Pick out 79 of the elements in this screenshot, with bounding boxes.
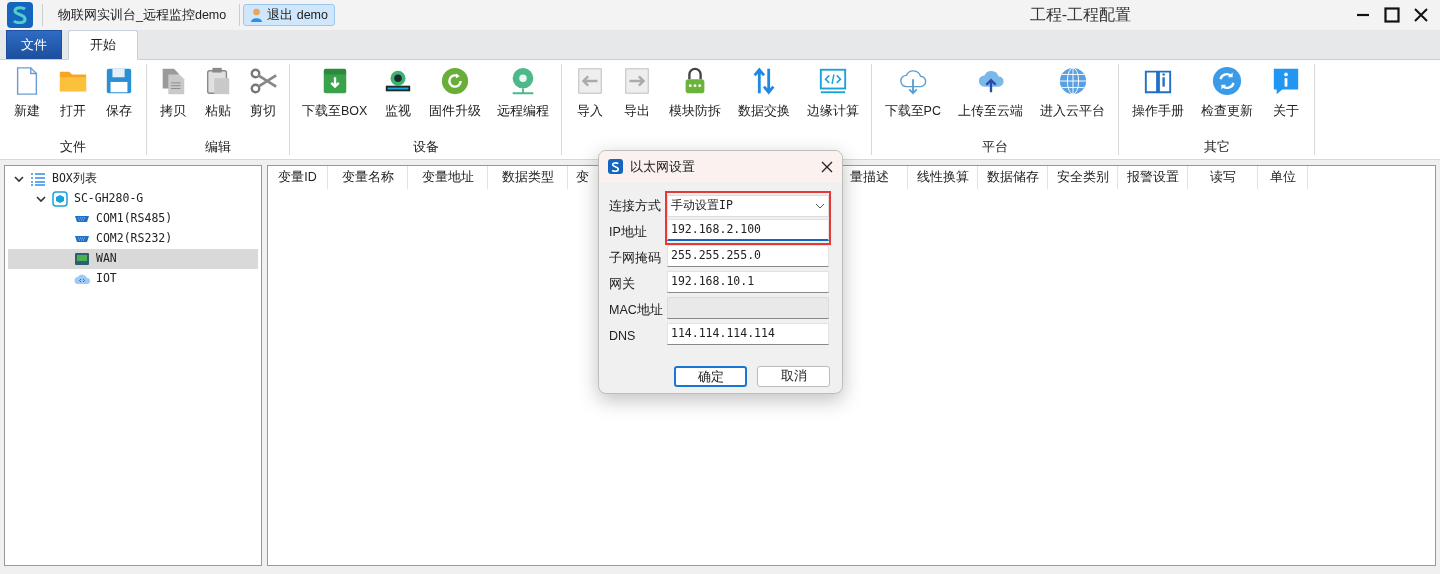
toolbar-button[interactable]: 下载至BOX	[299, 66, 370, 136]
ribbon-group-label: 平台	[982, 139, 1008, 155]
column-header[interactable]: 数据储存	[978, 166, 1048, 189]
toolbar-button[interactable]: 导入	[572, 66, 607, 136]
field-label: IP地址	[609, 223, 647, 241]
tree-item[interactable]: SC-GH280-G	[8, 189, 258, 209]
toolbar-button[interactable]: 监视	[381, 66, 416, 136]
toolbar-button[interactable]: 边缘计算	[804, 66, 861, 136]
field-label: MAC地址	[609, 301, 663, 319]
toolbar-button[interactable]: 保存	[102, 66, 136, 136]
column-header[interactable]: 报警设置	[1118, 166, 1188, 189]
toolbar-button[interactable]: 检查更新	[1199, 66, 1256, 136]
column-header[interactable]: 安全类别	[1048, 166, 1118, 189]
close-icon[interactable]	[1414, 8, 1428, 22]
refresh-circle-icon	[440, 66, 471, 96]
column-header[interactable]: 单位	[1258, 166, 1308, 189]
toolbar-button[interactable]: 打开	[56, 66, 90, 136]
select-field[interactable]: 手动设置IP	[667, 195, 829, 217]
toolbar-button[interactable]: 操作手册	[1129, 66, 1186, 136]
dialog-button[interactable]: 确定	[674, 366, 747, 387]
maximize-icon[interactable]	[1384, 7, 1400, 23]
list-icon	[30, 171, 46, 187]
dialog-button[interactable]: 取消	[757, 366, 830, 387]
field-label: 子网掩码	[609, 249, 661, 267]
ribbon-tab[interactable]: 开始	[68, 30, 138, 60]
globe-icon	[1057, 66, 1088, 96]
input-field[interactable]: 114.114.114.114	[667, 323, 829, 345]
input-field[interactable]: 255.255.255.0	[667, 245, 829, 267]
toolbar-button[interactable]: 模块防拆	[666, 66, 723, 136]
chevron-down-icon	[815, 203, 825, 209]
refresh-icon	[1212, 66, 1243, 96]
input-field[interactable]: 192.168.10.1	[667, 271, 829, 293]
toolbar-button[interactable]: 下载至PC	[882, 66, 943, 136]
field-label: 网关	[609, 275, 635, 293]
toolbar-button[interactable]: 上传至云端	[956, 66, 1026, 136]
app-logo-icon	[608, 159, 623, 174]
column-header[interactable]: 变量ID	[268, 166, 328, 189]
ribbon-group-label: 编辑	[205, 139, 231, 155]
dialog-title: 以太网设置	[630, 157, 696, 176]
field-label: 连接方式	[609, 197, 661, 215]
tree-item[interactable]: BOX列表	[8, 169, 258, 189]
column-header[interactable]: 读写	[1188, 166, 1258, 189]
user-icon	[250, 8, 264, 22]
ribbon-group-label: 其它	[1203, 139, 1230, 155]
toolbar-button[interactable]: 远程编程	[495, 66, 551, 136]
chevron-down-icon[interactable]	[14, 174, 24, 184]
chevron-down-icon[interactable]	[36, 194, 46, 204]
cube-icon	[52, 191, 68, 207]
logout-button[interactable]: 退出 demo	[243, 4, 335, 26]
toolbar-button[interactable]: 进入云平台	[1038, 66, 1108, 136]
column-header[interactable]: 量描述	[850, 166, 889, 189]
toolbar-button[interactable]: 新建	[10, 66, 44, 136]
input-field[interactable]: 192.168.2.100	[667, 219, 829, 241]
column-header[interactable]: 变量名称	[328, 166, 408, 189]
code-window-icon	[817, 66, 848, 96]
column-header[interactable]: 变	[568, 166, 598, 189]
window-title: 工程-工程配置	[1029, 4, 1132, 26]
column-header[interactable]: 变量地址	[408, 166, 488, 189]
app-logo-icon	[7, 2, 33, 28]
column-header[interactable]: 线性换算	[908, 166, 978, 189]
ethernet-port-icon	[74, 251, 90, 267]
tree-item[interactable]: IOT	[8, 269, 258, 289]
ribbon-tab[interactable]: 文件	[6, 30, 62, 59]
tree-item[interactable]: WAN	[8, 249, 258, 269]
tree-item[interactable]: COM2(RS232)	[8, 229, 258, 249]
close-icon[interactable]	[821, 160, 833, 173]
toolbar-button[interactable]: 粘贴	[201, 66, 235, 136]
toolbar-button[interactable]: 数据交换	[735, 66, 792, 136]
field-label: DNS	[609, 327, 636, 345]
toolbar-button[interactable]: 关于	[1269, 66, 1304, 136]
toolbar-button[interactable]: 拷贝	[156, 66, 191, 136]
toolbar-button[interactable]: 固件升级	[427, 66, 484, 136]
app-title: 物联网实训台_远程监控demo	[58, 6, 227, 24]
toolbar-button[interactable]: 导出	[619, 66, 654, 136]
toolbar-button[interactable]: 剪切	[245, 66, 280, 136]
ribbon-group-label: 文件	[60, 139, 86, 155]
ribbon-group-label: 设备	[412, 139, 439, 155]
tree-item[interactable]: COM1(RS485)	[8, 209, 258, 229]
column-header[interactable]: 数据类型	[488, 166, 568, 189]
